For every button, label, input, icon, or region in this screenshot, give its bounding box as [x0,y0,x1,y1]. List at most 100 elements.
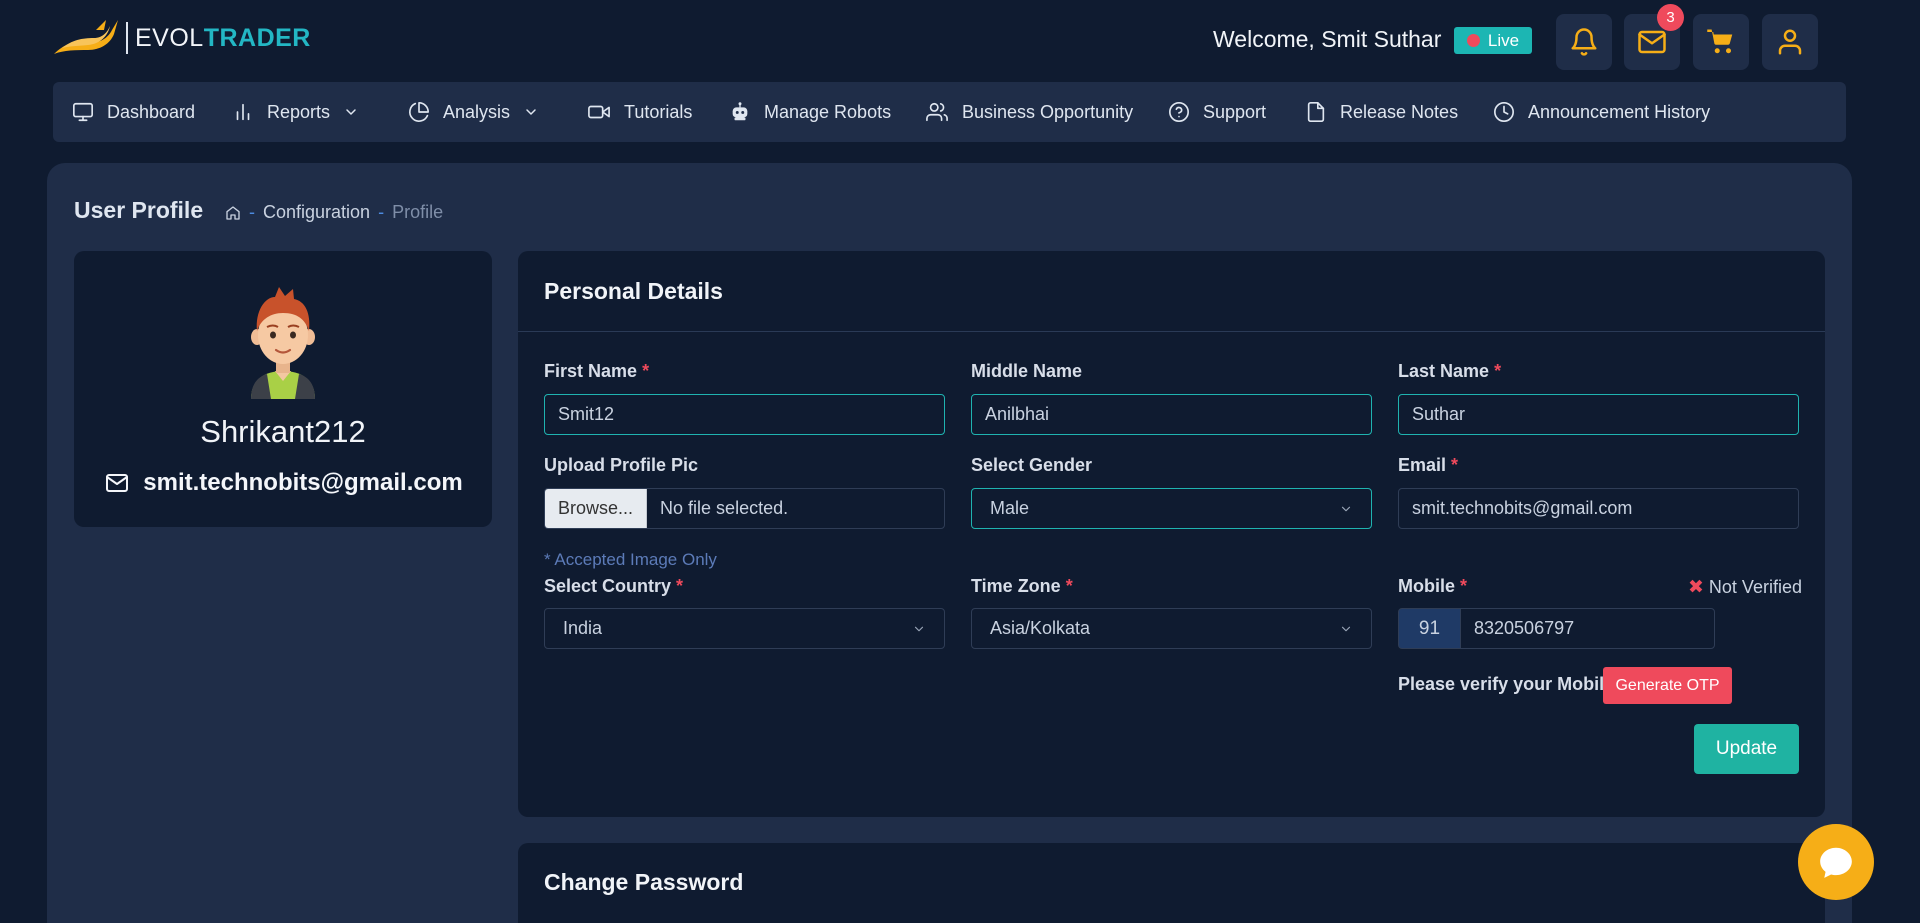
pie-chart-icon [409,102,429,122]
last-name-label: Last Name * [1398,361,1502,381]
country-label: Select Country * [544,576,684,596]
gender-value: Male [990,498,1030,518]
chat-bubble-icon [1820,847,1852,878]
home-icon[interactable] [225,205,241,221]
bull-logo-icon [54,20,118,54]
nav-item-label: Support [1203,101,1267,122]
profile-card: Shrikant212 smit.technobits@gmail.com [74,251,492,527]
robot-icon [732,102,748,121]
gender-select[interactable]: Male [971,488,1372,529]
live-badge: Live [1454,27,1532,54]
email-field[interactable] [1398,488,1799,529]
page-title: User Profile [74,197,204,223]
verify-mobile-text: Please verify your Mobile [1398,674,1615,694]
nav-item-reports[interactable]: Reports [232,82,359,142]
file-icon [1307,102,1325,122]
breadcrumb-separator: - [249,202,255,222]
nav-item-announcement-history[interactable]: Announcement History [1493,82,1710,142]
avatar [251,287,315,399]
live-badge-label: Live [1487,30,1520,50]
country-code-box: 91 [1398,608,1461,649]
welcome-text: Welcome, Smit Suthar [1213,26,1442,52]
nav-item-label: Announcement History [1528,101,1711,122]
profile-pic-file-input[interactable]: Browse... No file selected. [544,488,945,529]
breadcrumb: - Configuration - Profile [225,202,443,223]
timezone-select[interactable]: Asia/Kolkata [971,608,1372,649]
nav-item-tutorials[interactable]: Tutorials [587,82,692,142]
nav-item-release-notes[interactable]: Release Notes [1305,82,1458,142]
file-status: No file selected. [660,498,789,518]
nav-item-manage-robots[interactable]: Manage Robots [729,82,891,142]
email-label: Email * [1398,455,1459,475]
main-nav: Dashboard Reports Analysis Tutorials Man… [53,82,1846,142]
breadcrumb-current: Profile [392,202,444,222]
logo-divider [126,22,128,54]
change-password-title: Change Password [544,869,744,895]
mobile-status: ✖ Not Verified [1688,576,1802,599]
chevron-down-icon [1341,626,1351,631]
users-icon [926,102,948,122]
mail-icon [106,474,129,492]
chevron-down-icon [526,109,536,115]
top-header: EVOLTRADER Welcome, Smit Suthar Live 3 [0,0,1920,82]
gender-label: Select Gender [971,455,1093,475]
nav-item-label: Analysis [443,101,511,122]
browse-button[interactable]: Browse... [545,489,648,528]
monitor-icon [73,102,93,122]
nav-item-analysis[interactable]: Analysis [408,82,539,142]
nav-item-label: Manage Robots [764,101,892,122]
card-divider [518,331,1825,332]
update-button[interactable]: Update [1694,724,1799,774]
chevron-down-icon [1341,506,1351,511]
timezone-label: Time Zone * [971,576,1073,596]
nav-item-business-opportunity[interactable]: Business Opportunity [925,82,1133,142]
notifications-button[interactable] [1556,14,1612,70]
profile-username: Shrikant212 [200,414,366,449]
nav-item-dashboard[interactable]: Dashboard [72,82,195,142]
logo[interactable]: EVOLTRADER [52,18,311,58]
profile-email: smit.technobits@gmail.com [74,469,492,497]
nav-item-support[interactable]: Support [1168,82,1266,142]
nav-item-label: Release Notes [1340,101,1459,122]
live-status-dot [1466,34,1480,47]
generate-otp-button[interactable]: Generate OTP [1603,667,1732,704]
nav-item-label: Reports [267,101,331,122]
breadcrumb-configuration[interactable]: Configuration [263,202,370,223]
breadcrumb-separator: - [378,202,385,222]
bell-icon [1571,28,1597,56]
cart-icon [1707,29,1733,54]
cart-button[interactable] [1693,14,1749,70]
personal-details-card: Personal Details First Name * Middle Nam… [518,251,1825,817]
logo-text: EVOLTRADER [135,23,311,52]
first-name-label: First Name * [544,361,650,381]
country-value: India [563,618,603,638]
mail-count-badge: 3 [1657,4,1684,31]
mail-icon [1638,30,1666,54]
nav-item-label: Tutorials [624,101,693,122]
messages-button[interactable]: 3 [1624,4,1684,70]
middle-name-label: Middle Name [971,361,1083,381]
first-name-input[interactable] [544,394,945,435]
personal-details-title: Personal Details [544,278,723,304]
chat-button[interactable] [1798,824,1874,900]
clock-icon [1494,102,1514,122]
close-icon: ✖ [1688,577,1704,598]
mobile-status-text: Not Verified [1708,577,1802,597]
upload-label: Upload Profile Pic [544,455,699,475]
user-icon [1778,29,1802,55]
last-name-input[interactable] [1398,394,1799,435]
chevron-down-icon [914,626,924,631]
change-password-card: Change Password [518,843,1825,923]
nav-item-label: Dashboard [107,101,196,122]
nav-item-label: Business Opportunity [962,101,1134,122]
chevron-down-icon [346,109,356,115]
timezone-value: Asia/Kolkata [990,618,1091,638]
account-button[interactable] [1762,14,1818,70]
video-icon [588,105,610,119]
upload-hint: * Accepted Image Only [544,550,717,569]
profile-email-text: smit.technobits@gmail.com [143,469,463,496]
mobile-input[interactable] [1460,608,1715,649]
bar-chart-icon [236,103,250,121]
middle-name-input[interactable] [971,394,1372,435]
country-select[interactable]: India [544,608,945,649]
